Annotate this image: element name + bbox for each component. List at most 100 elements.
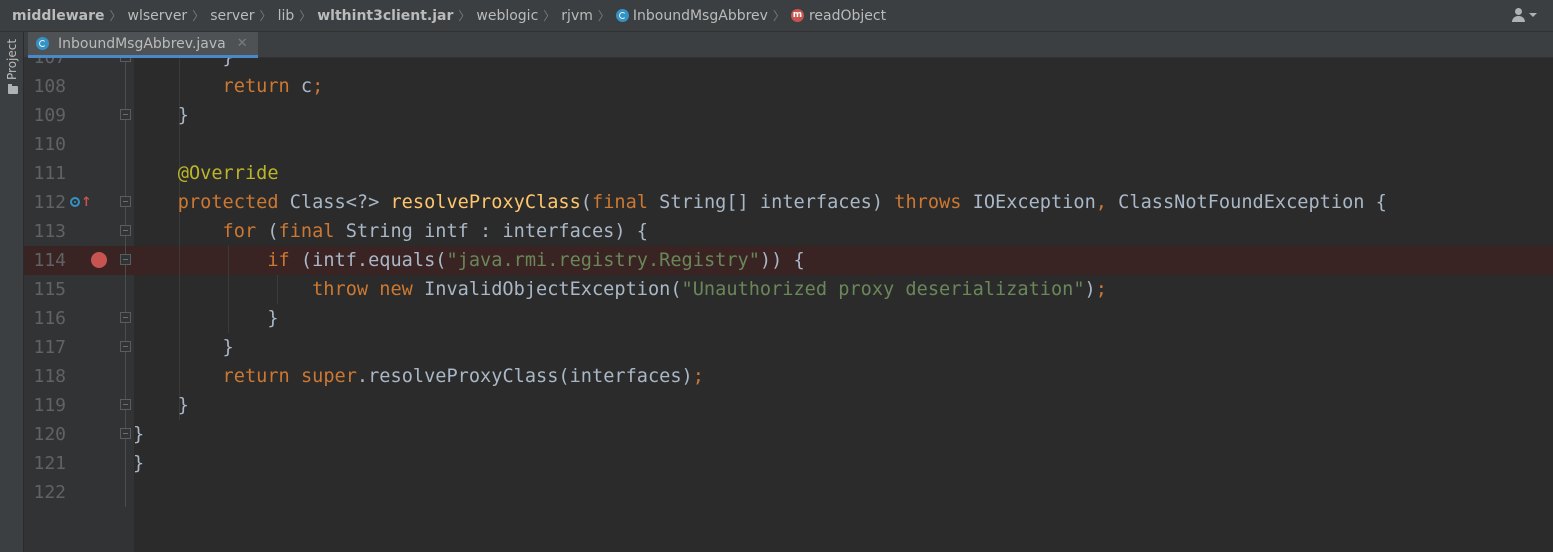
code-token: } bbox=[133, 308, 279, 329]
code-text[interactable]: } bbox=[133, 333, 234, 362]
tab-inboundmsgabbrev[interactable]: InboundMsgAbbrev.java ✕ bbox=[28, 32, 258, 58]
breadcrumb-item[interactable]: middleware bbox=[12, 8, 105, 24]
line-number[interactable]: 108 bbox=[28, 72, 66, 101]
line-number[interactable]: 114 bbox=[28, 246, 66, 275]
code-text[interactable]: if (intf.equals("java.rmi.registry.Regis… bbox=[133, 246, 804, 275]
code-text[interactable]: for (final String intf : interfaces) { bbox=[133, 217, 648, 246]
code-line[interactable]: 114 if (intf.equals("java.rmi.registry.R… bbox=[24, 246, 1553, 275]
fold-marker-icon[interactable] bbox=[120, 109, 131, 120]
code-line[interactable]: 121} bbox=[24, 449, 1553, 478]
close-icon[interactable]: ✕ bbox=[237, 36, 248, 51]
code-token: (intf.equals( bbox=[289, 250, 447, 271]
fold-marker-icon[interactable] bbox=[120, 341, 131, 352]
code-text[interactable]: return super.resolveProxyClass(interface… bbox=[133, 362, 704, 391]
code-line[interactable]: 108 return c; bbox=[24, 72, 1553, 101]
line-number[interactable]: 111 bbox=[28, 159, 66, 188]
code-text[interactable]: } bbox=[133, 391, 189, 420]
code-line[interactable]: 111 @Override bbox=[24, 159, 1553, 188]
code-token: .resolveProxyClass(interfaces) bbox=[356, 366, 693, 387]
code-text[interactable]: } bbox=[133, 420, 144, 449]
line-number[interactable]: 113 bbox=[28, 217, 66, 246]
fold-marker-icon[interactable] bbox=[120, 196, 131, 207]
folder-icon bbox=[8, 84, 18, 94]
chevron-down-icon bbox=[1529, 13, 1537, 17]
breadcrumb-label: weblogic bbox=[476, 7, 539, 24]
code-token: InvalidObjectException( bbox=[412, 279, 682, 300]
code-line[interactable]: 112 ↑ protected Class<?> resolveProxyClas… bbox=[24, 188, 1553, 217]
line-number[interactable]: 107 bbox=[28, 58, 66, 72]
line-number[interactable]: 122 bbox=[28, 478, 66, 507]
code-text[interactable]: } bbox=[133, 304, 279, 333]
code-token: IOException bbox=[961, 192, 1096, 213]
code-line[interactable]: 122 bbox=[24, 478, 1553, 507]
class-icon bbox=[615, 9, 629, 22]
breadcrumb-item[interactable]: InboundMsgAbbrev bbox=[615, 7, 768, 24]
code-token: String[] interfaces) bbox=[647, 192, 895, 213]
code-token: ( bbox=[580, 192, 592, 213]
code-editor[interactable]: 107 }108 return c;109 }110111 @Override1… bbox=[24, 58, 1553, 552]
fold-marker-icon[interactable] bbox=[120, 428, 131, 439]
code-line[interactable]: 120} bbox=[24, 420, 1553, 449]
line-number[interactable]: 112 bbox=[28, 188, 66, 217]
line-number[interactable]: 110 bbox=[28, 130, 66, 159]
code-line[interactable]: 118 return super.resolveProxyClass(inter… bbox=[24, 362, 1553, 391]
fold-marker-icon[interactable] bbox=[120, 58, 131, 62]
code-token: if bbox=[133, 250, 290, 271]
fold-marker-icon[interactable] bbox=[120, 399, 131, 410]
line-number[interactable]: 119 bbox=[28, 391, 66, 420]
code-line[interactable]: 117 } bbox=[24, 333, 1553, 362]
breadcrumb-item[interactable]: server bbox=[210, 8, 254, 24]
tab-label: InboundMsgAbbrev.java bbox=[58, 35, 226, 52]
breadcrumb-separator-icon: 〉 bbox=[192, 9, 205, 23]
fold-marker-icon[interactable] bbox=[120, 312, 131, 323]
user-menu[interactable] bbox=[1512, 8, 1537, 22]
code-line[interactable]: 110 bbox=[24, 130, 1553, 159]
line-number[interactable]: 120 bbox=[28, 420, 66, 449]
project-tool-button[interactable]: Project bbox=[2, 38, 22, 130]
editor-tab-bar: InboundMsgAbbrev.java ✕ bbox=[24, 32, 1553, 58]
breadcrumb-item[interactable]: rjvm bbox=[561, 8, 593, 24]
code-line[interactable]: 115 throw new InvalidObjectException("Un… bbox=[24, 275, 1553, 304]
fold-guide bbox=[125, 478, 126, 507]
breadcrumb-item[interactable]: m readObject bbox=[790, 8, 886, 24]
line-number[interactable]: 121 bbox=[28, 449, 66, 478]
line-number[interactable]: 116 bbox=[28, 304, 66, 333]
code-text[interactable]: } bbox=[133, 101, 189, 130]
code-line[interactable]: 107 } bbox=[24, 58, 1553, 72]
breadcrumb-item[interactable]: lib bbox=[278, 8, 295, 24]
code-token: protected bbox=[133, 192, 279, 213]
fold-marker-icon[interactable] bbox=[120, 225, 131, 236]
code-token: } bbox=[133, 58, 234, 68]
code-text[interactable]: throw new InvalidObjectException("Unauth… bbox=[133, 275, 1107, 304]
code-line[interactable]: 109 } bbox=[24, 101, 1553, 130]
code-line[interactable]: 113 for (final String intf : interfaces)… bbox=[24, 217, 1553, 246]
code-text[interactable]: return c; bbox=[133, 72, 324, 101]
line-number[interactable]: 109 bbox=[28, 101, 66, 130]
code-text[interactable]: } bbox=[133, 449, 144, 478]
code-token: "java.rmi.registry.Registry" bbox=[446, 250, 760, 271]
navigation-breadcrumb: middleware 〉 wlserver 〉 server 〉 lib 〉 wlthint3c… bbox=[0, 0, 1553, 32]
line-number[interactable]: 117 bbox=[28, 333, 66, 362]
breakpoint-icon[interactable] bbox=[91, 252, 107, 268]
fold-guide bbox=[125, 130, 126, 159]
breadcrumb-separator-icon: 〉 bbox=[772, 9, 785, 23]
code-token: Class<?> bbox=[278, 192, 391, 213]
code-token: @Override bbox=[133, 163, 279, 184]
code-token: , bbox=[1095, 192, 1107, 213]
code-token: resolveProxyClass bbox=[390, 192, 581, 213]
breadcrumb-label: InboundMsgAbbrev bbox=[632, 7, 768, 24]
line-number[interactable]: 115 bbox=[28, 275, 66, 304]
breadcrumb-separator-icon: 〉 bbox=[259, 9, 272, 23]
code-line[interactable]: 119 } bbox=[24, 391, 1553, 420]
code-area[interactable]: 107 }108 return c;109 }110111 @Override1… bbox=[24, 58, 1553, 507]
breadcrumb-item[interactable]: wlthint3client.jar bbox=[317, 8, 453, 24]
breadcrumb-item[interactable]: weblogic bbox=[476, 8, 538, 24]
line-number[interactable]: 118 bbox=[28, 362, 66, 391]
code-text[interactable]: @Override bbox=[133, 159, 279, 188]
override-method-icon[interactable]: ↑ bbox=[70, 194, 92, 210]
code-line[interactable]: 116 } bbox=[24, 304, 1553, 333]
code-text[interactable]: protected Class<?> resolveProxyClass(fin… bbox=[133, 188, 1387, 217]
breadcrumb-item[interactable]: wlserver bbox=[128, 8, 188, 24]
fold-marker-icon[interactable] bbox=[120, 254, 131, 265]
code-text[interactable]: } bbox=[133, 58, 234, 72]
